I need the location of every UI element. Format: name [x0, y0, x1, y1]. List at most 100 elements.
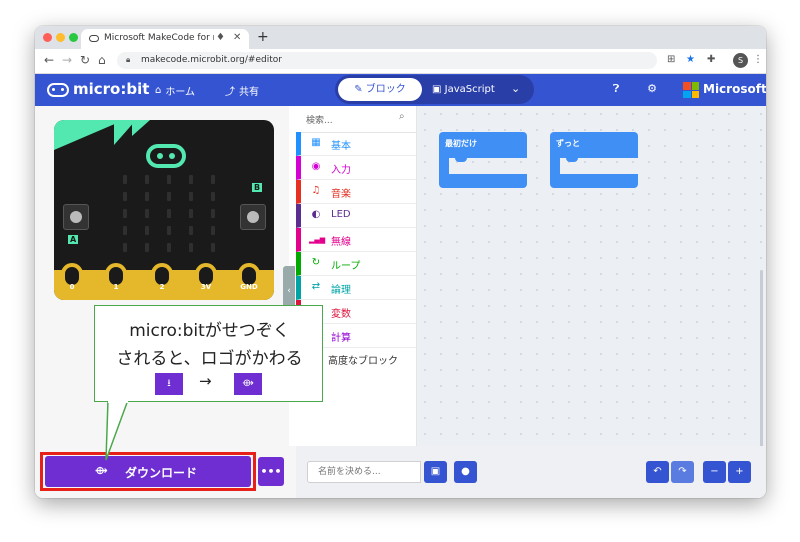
address-bar-row: ← → ↻ ⌂ 🔒︎ makecode.microbit.org/#editor…: [35, 49, 766, 74]
forward-icon[interactable]: →: [62, 53, 72, 67]
usb-icon: ⟴: [234, 373, 262, 395]
save-icon[interactable]: ▣: [424, 461, 447, 483]
project-name-input[interactable]: [316, 466, 420, 478]
bookmark-star-icon[interactable]: ★: [686, 54, 695, 65]
microsoft-label: Microsoft: [703, 82, 766, 96]
pin-label: 0: [69, 283, 75, 291]
javascript-label: JavaScript: [444, 84, 495, 95]
category-label: ループ: [331, 261, 361, 272]
category-music[interactable]: ♫ 音楽: [296, 180, 416, 204]
search-icon: ⌕: [399, 111, 405, 122]
block-label: 最初だけ: [445, 139, 477, 148]
category-basic[interactable]: ▦ 基本: [296, 132, 416, 156]
category-radio[interactable]: ▂▄▆ 無線: [296, 228, 416, 252]
browser-tab[interactable]: Microsoft MakeCode for m ♦ ✕: [81, 29, 249, 49]
vertical-scrollbar[interactable]: [760, 270, 763, 462]
extensions-icon[interactable]: ✚: [707, 54, 715, 65]
home-button[interactable]: ⌂ ホーム: [155, 83, 195, 98]
category-label: 無線: [331, 237, 351, 248]
category-label: 基本: [331, 141, 351, 152]
lock-icon: 🔒︎: [126, 55, 131, 64]
editor-toggle: ✎ ブロック ▣ JavaScript ⌄: [335, 75, 534, 104]
help-icon[interactable]: ❓︎: [608, 81, 624, 97]
github-icon[interactable]: ●: [454, 461, 477, 483]
settings-gear-icon[interactable]: ⚙: [644, 81, 660, 97]
js-icon: ▣: [432, 84, 445, 95]
share-button[interactable]: ⤴ 共有: [225, 83, 259, 98]
download-highlight-frame: [40, 452, 256, 491]
category-label: 変数: [331, 309, 351, 320]
new-tab-button[interactable]: +: [257, 29, 269, 45]
back-icon[interactable]: ←: [44, 53, 54, 67]
pin-label: 1: [113, 283, 119, 291]
minimize-window-button[interactable]: [56, 33, 65, 42]
category-loops[interactable]: ↻ ループ: [296, 252, 416, 276]
home-label: ホーム: [165, 87, 196, 98]
url-field[interactable]: 🔒︎ makecode.microbit.org/#editor: [117, 52, 657, 69]
bottom-toolbar: ⟴ ダウンロード ••• ▣ ● ↶ ↷ − +: [35, 446, 766, 498]
makecode-header: micro:bit ⌂ ホーム ⤴ 共有 ✎ ブロック ▣ JavaScript…: [35, 74, 766, 106]
translate-icon[interactable]: ⊞: [667, 54, 675, 65]
microbit-logo-icon[interactable]: [47, 83, 69, 97]
category-led[interactable]: ◐ LED: [296, 204, 416, 228]
callout-arrow: →: [199, 372, 212, 390]
home-icon[interactable]: ⌂: [98, 53, 106, 67]
project-name-field[interactable]: [307, 461, 421, 483]
category-input[interactable]: ◉ 入力: [296, 156, 416, 180]
pin-label: 3V: [200, 283, 212, 291]
headphones-icon: ♫: [311, 185, 321, 196]
button-a[interactable]: [63, 204, 89, 230]
audio-icon[interactable]: ♦: [216, 32, 225, 43]
grid-icon: ▦: [311, 137, 321, 148]
microsoft-squares-icon: [683, 82, 699, 98]
target-icon: ◉: [311, 161, 321, 172]
pin-label: 2: [159, 283, 165, 291]
toolbox-search[interactable]: 検索... ⌕: [296, 106, 416, 133]
category-logic[interactable]: ⇄ 論理: [296, 276, 416, 300]
browser-window: Microsoft MakeCode for m ♦ ✕ + ← → ↻ ⌂ 🔒…: [35, 26, 766, 498]
makecode-favicon-icon: [89, 35, 99, 42]
javascript-tab[interactable]: ▣ JavaScript: [432, 75, 495, 104]
block-label: ずっと: [556, 139, 580, 148]
url-text: makecode.microbit.org/#editor: [141, 55, 282, 65]
menu-kebab-icon[interactable]: ⋮: [753, 54, 763, 65]
category-label: 論理: [331, 285, 351, 296]
category-label: 入力: [331, 165, 351, 176]
pin-label: GND: [240, 283, 258, 291]
home-icon: ⌂: [155, 85, 162, 96]
undo-icon[interactable]: ↶: [646, 461, 669, 483]
callout-line-1: micro:bitがせつぞく: [129, 321, 290, 341]
button-a-label: A: [68, 235, 79, 244]
tab-close-icon[interactable]: ✕: [233, 32, 241, 43]
download-icon: ⭳: [155, 373, 183, 395]
zoom-out-icon[interactable]: −: [703, 461, 726, 483]
search-placeholder: 検索...: [306, 116, 333, 126]
blocks-label: ブロック: [365, 84, 406, 95]
blocks-tab[interactable]: ✎ ブロック: [338, 78, 422, 101]
signal-icon: ▂▄▆: [309, 236, 326, 244]
microbit-logo-text[interactable]: micro:bit: [73, 80, 149, 98]
microbit-board: A B 0 1 2 3V GND: [54, 120, 274, 300]
share-icon: ⤴: [225, 87, 235, 98]
advanced-label: 高度なブロック: [328, 356, 398, 367]
button-b-label: B: [252, 183, 263, 192]
zoom-in-icon[interactable]: +: [728, 461, 751, 483]
close-window-button[interactable]: [43, 33, 52, 42]
toggle-icon: ◐: [311, 209, 321, 220]
category-label: 音楽: [331, 189, 351, 200]
tab-title: Microsoft MakeCode for m: [104, 33, 214, 43]
annotation-callout: micro:bitがせつぞく されると、ロゴがかわる ⭳ → ⟴: [94, 305, 323, 402]
more-options-button[interactable]: •••: [258, 457, 284, 486]
simulator-panel: A B 0 1 2 3V GND: [35, 106, 289, 498]
reload-icon[interactable]: ↻: [80, 53, 90, 67]
button-b[interactable]: [240, 204, 266, 230]
shuffle-icon: ⇄: [311, 281, 321, 292]
maximize-window-button[interactable]: [69, 33, 78, 42]
profile-avatar[interactable]: S: [733, 53, 748, 68]
callout-line-2: されると、ロゴがかわる: [116, 349, 303, 369]
chevron-down-icon[interactable]: ⌄: [511, 82, 520, 95]
block-workspace[interactable]: 最初だけ ずっと: [417, 106, 766, 498]
redo-icon[interactable]: ↷: [671, 461, 694, 483]
tab-bar: Microsoft MakeCode for m ♦ ✕ +: [35, 26, 766, 49]
category-label: LED: [331, 209, 351, 220]
